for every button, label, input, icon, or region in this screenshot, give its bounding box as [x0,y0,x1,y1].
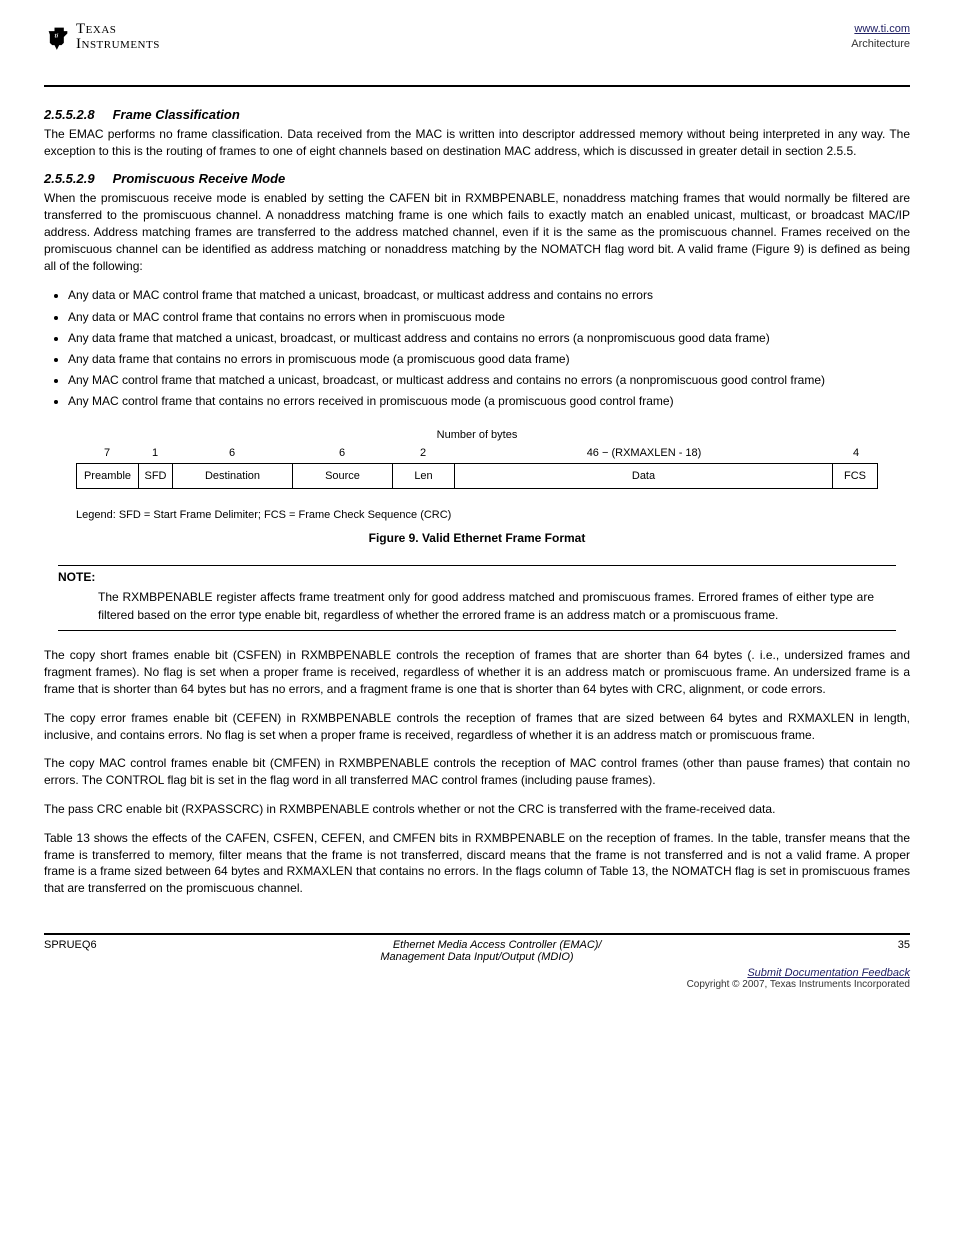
byte-count: 6 [172,445,292,461]
bullet-list: Any data or MAC control frame that match… [68,286,910,411]
byte-count: 4 [834,445,878,461]
frame-field: Len [393,464,455,488]
byte-count: 6 [292,445,392,461]
svg-text:ti: ti [55,34,59,40]
ti-chip-icon: ti [44,23,72,51]
footer-feedback-link[interactable]: Submit Documentation Feedback [747,967,910,979]
list-item: Any data or MAC control frame that match… [68,286,910,305]
body-paragraph: The copy MAC control frames enable bit (… [44,755,910,789]
footer-title-2: Management Data Input/Output (MDIO) [44,951,910,963]
frame-field: Destination [173,464,293,488]
body-paragraph: Table 13 shows the effects of the CAFEN,… [44,830,910,897]
page-header: ti Texas Instruments www.ti.com Architec… [44,22,910,85]
logo-text-1: Texas [76,22,160,37]
body-paragraph: The copy short frames enable bit (CSFEN)… [44,647,910,697]
figure-frame-format: Number of bytes 7 1 6 6 2 46 − (RXMAXLEN… [76,429,878,545]
frame-field: FCS [833,464,877,488]
note-block: NOTE: The RXMBPENABLE register affects f… [58,565,896,631]
list-item: Any data or MAC control frame that conta… [68,308,910,327]
header-link[interactable]: www.ti.com [854,23,910,35]
frame-field: SFD [139,464,173,488]
note-label: NOTE: [58,570,896,584]
byte-count: 2 [392,445,454,461]
frame-field: Source [293,464,393,488]
page-footer: SPRUEQ6 Ethernet Media Access Controller… [44,933,910,990]
footer-copyright: Copyright © 2007, Texas Instruments Inco… [44,979,910,990]
section-title: Promiscuous Receive Mode [113,171,286,186]
figure-caption: Figure 9. Valid Ethernet Frame Format [76,531,878,545]
note-rule-bottom [58,630,896,631]
section-paragraph: When the promiscuous receive mode is ena… [44,190,910,274]
list-item: Any data frame that contains no errors i… [68,350,910,369]
ti-logo: ti Texas Instruments [44,22,160,52]
section-number: 2.5.5.2.8 [44,107,95,122]
byte-count: 46 − (RXMAXLEN - 18) [454,445,834,461]
note-rule-top [58,565,896,566]
section-paragraph: The EMAC performs no frame classificatio… [44,126,910,160]
body-paragraph: The copy error frames enable bit (CEFEN)… [44,710,910,744]
figure-legend: Legend: SFD = Start Frame Delimiter; FCS… [76,509,878,521]
header-section-title: Architecture [851,38,910,50]
footer-doc-id: SPRUEQ6 [44,939,97,951]
list-item: Any MAC control frame that matched a uni… [68,371,910,390]
footer-title-1: Ethernet Media Access Controller (EMAC)/ [393,939,602,951]
section-number: 2.5.5.2.9 [44,171,95,186]
logo-text-2: Instruments [76,37,160,52]
figure-byte-header: Number of bytes [76,429,878,441]
frame-field: Data [455,464,833,488]
frame-fields-row: Preamble SFD Destination Source Len Data… [76,463,878,489]
header-right: www.ti.com Architecture [851,22,910,53]
note-text: The RXMBPENABLE register affects frame t… [98,588,874,624]
list-item: Any MAC control frame that contains no e… [68,392,910,411]
footer-page-number: 35 [898,939,910,951]
list-item: Any data frame that matched a unicast, b… [68,329,910,348]
body-paragraph: The pass CRC enable bit (RXPASSCRC) in R… [44,801,910,818]
frame-field: Preamble [77,464,139,488]
section-title: Frame Classification [113,107,240,122]
byte-count: 1 [138,445,172,461]
byte-count: 7 [76,445,138,461]
